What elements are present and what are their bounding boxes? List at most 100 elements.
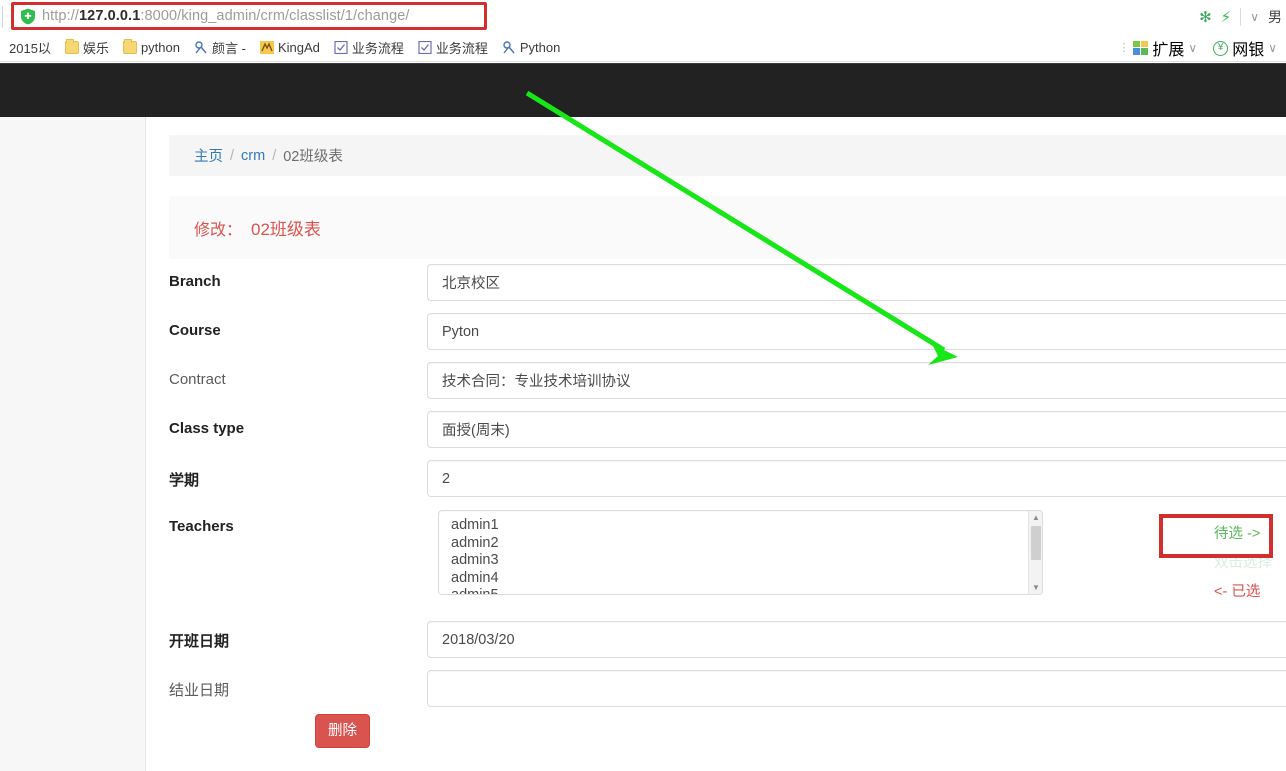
shield-check-icon <box>21 8 35 24</box>
graduate-date-input[interactable] <box>427 670 1286 707</box>
teachers-available-options: admin1 admin2 admin3 admin4 admin5 <box>439 511 1028 594</box>
field-label-teachers: Teachers <box>169 518 234 535</box>
move-to-selected-button[interactable]: 待选 -> <box>1214 522 1286 543</box>
field-label-graduate-date: 结业日期 <box>169 682 230 699</box>
branch-input[interactable] <box>427 264 1286 301</box>
course-input[interactable] <box>427 313 1286 350</box>
bookmark-item[interactable]: 娱乐 <box>58 36 116 60</box>
teachers-transfer-controls: 待选 -> 双击选择 <- 已选 <box>1214 522 1286 601</box>
page-body: 主页 / crm / 02班级表 修改： 02班级表 Branch Cour <box>0 117 1286 771</box>
bookmark-item[interactable]: KingAd <box>253 36 327 60</box>
field-control-course <box>427 313 1286 350</box>
bookmark-item[interactable]: 颜言 - <box>187 36 253 60</box>
sync-icon[interactable]: ✻ <box>1199 10 1212 25</box>
breadcrumb-separator: / <box>272 147 277 164</box>
bookmark-item[interactable]: Python <box>495 36 567 60</box>
page-title: 02班级表 <box>251 220 321 239</box>
doc-icon <box>334 41 348 54</box>
teachers-list-scrollbar[interactable]: ▲ ▼ <box>1028 511 1042 594</box>
bookmark-label: python <box>140 40 180 55</box>
sidebar <box>0 117 146 771</box>
bookmark-item[interactable]: 2015以 <box>2 36 58 60</box>
url-text: http://127.0.0.1:8000/king_admin/crm/cla… <box>42 8 410 24</box>
bookmarks-bar-right: ⋮ 扩展 ∨ ¥ 网银 ∨ <box>1118 34 1286 62</box>
class-type-input[interactable] <box>427 411 1286 448</box>
bookmark-item[interactable]: 业务流程 <box>411 36 495 60</box>
field-control-contract <box>427 362 1286 399</box>
bookmarks-bar: 2015以 娱乐 python 颜言 - KingAd 业务流程 业务流程 Py… <box>0 34 1286 62</box>
form-row-teachers: Teachers admin1 admin2 admin3 admin4 adm… <box>146 504 1286 616</box>
link-icon <box>503 41 515 54</box>
folder-icon <box>122 39 137 54</box>
bookmark-label: Python <box>519 40 561 55</box>
bank-label: 网银 <box>1232 42 1265 59</box>
move-to-available-button[interactable]: <- 已选 <box>1214 580 1286 601</box>
breadcrumb: 主页 / crm / 02班级表 <box>169 135 1286 176</box>
transfer-hint-label: 双击选择 <box>1214 555 1272 571</box>
semester-input[interactable] <box>427 460 1286 497</box>
field-control-semester <box>427 460 1286 497</box>
field-label-start-date: 开班日期 <box>169 633 230 650</box>
bookmark-item[interactable]: python <box>116 36 187 60</box>
breadcrumb-separator: / <box>230 147 235 164</box>
field-label-course: Course <box>169 322 221 339</box>
bookmark-label: 业务流程 <box>351 41 404 56</box>
scroll-down-arrow-icon[interactable]: ▼ <box>1029 581 1042 594</box>
site-navbar <box>0 63 1286 117</box>
breadcrumb-home[interactable]: 主页 <box>194 145 223 166</box>
change-form: Branch Course Contract <box>146 259 1286 764</box>
url-input[interactable]: http://127.0.0.1:8000/king_admin/crm/cla… <box>11 2 487 30</box>
list-item[interactable]: admin4 <box>451 570 1028 588</box>
chevron-down-icon[interactable]: ∨ <box>1268 41 1277 55</box>
bookmark-label: 2015以 <box>9 41 51 56</box>
list-item[interactable]: admin1 <box>451 517 1028 535</box>
form-row-branch: Branch <box>146 259 1286 308</box>
scrollbar-thumb[interactable] <box>1031 526 1041 560</box>
chevron-down-icon[interactable]: ∨ <box>1250 10 1259 24</box>
start-date-input[interactable] <box>427 621 1286 658</box>
field-control-branch <box>427 264 1286 301</box>
form-row-class-type: Class type <box>146 406 1286 455</box>
folder-icon <box>64 39 79 54</box>
extensions-icon <box>1133 40 1149 55</box>
breadcrumb-app[interactable]: crm <box>241 148 265 164</box>
extensions-button[interactable]: 扩展 ∨ <box>1126 36 1204 60</box>
chevron-down-icon[interactable]: ∨ <box>1188 41 1197 55</box>
browser-toolbar-right: ✻ ⚡ ∨ 男 <box>1199 0 1286 34</box>
bookmark-label: KingAd <box>277 40 320 55</box>
breadcrumb-current: 02班级表 <box>283 149 343 165</box>
form-actions: 删除 <box>146 714 1286 764</box>
bookmark-label: 娱乐 <box>82 41 109 56</box>
lightning-icon[interactable]: ⚡ <box>1221 10 1232 25</box>
list-item[interactable]: admin3 <box>451 552 1028 570</box>
drag-handle-icon[interactable]: ⋮ <box>1118 42 1129 53</box>
teachers-available-list[interactable]: admin1 admin2 admin3 admin4 admin5 ▲ ▼ <box>438 510 1043 595</box>
field-label-branch: Branch <box>169 273 221 290</box>
contract-input[interactable] <box>427 362 1286 399</box>
field-control-graduate-date <box>427 670 1286 707</box>
browser-url-bar: http://127.0.0.1:8000/king_admin/crm/cla… <box>0 0 1286 34</box>
scroll-up-arrow-icon[interactable]: ▲ <box>1029 511 1042 524</box>
page-title-bar: 修改： 02班级表 <box>169 196 1286 259</box>
page-title-label: 修改： <box>194 221 243 239</box>
delete-button[interactable]: 删除 <box>315 714 370 748</box>
url-bar-left-divider <box>2 6 8 28</box>
bookmark-item[interactable]: 业务流程 <box>327 36 411 60</box>
doc-icon <box>418 41 432 54</box>
toolbar-divider <box>1240 8 1242 26</box>
kingad-icon <box>259 41 274 54</box>
field-control-class-type <box>427 411 1286 448</box>
form-row-course: Course <box>146 308 1286 357</box>
bookmark-label: 业务流程 <box>435 41 488 56</box>
field-label-semester: 学期 <box>169 472 200 489</box>
field-label-class-type: Class type <box>169 420 245 437</box>
link-icon <box>195 41 207 54</box>
bank-icon: ¥ <box>1213 40 1229 56</box>
field-label-contract: Contract <box>169 371 226 388</box>
list-item[interactable]: admin2 <box>451 535 1028 553</box>
form-row-semester: 学期 <box>146 455 1286 504</box>
form-row-contract: Contract <box>146 357 1286 406</box>
bank-button[interactable]: ¥ 网银 ∨ <box>1206 36 1284 60</box>
user-gender-label: 男 <box>1268 9 1282 25</box>
list-item[interactable]: admin5 <box>451 587 1028 594</box>
